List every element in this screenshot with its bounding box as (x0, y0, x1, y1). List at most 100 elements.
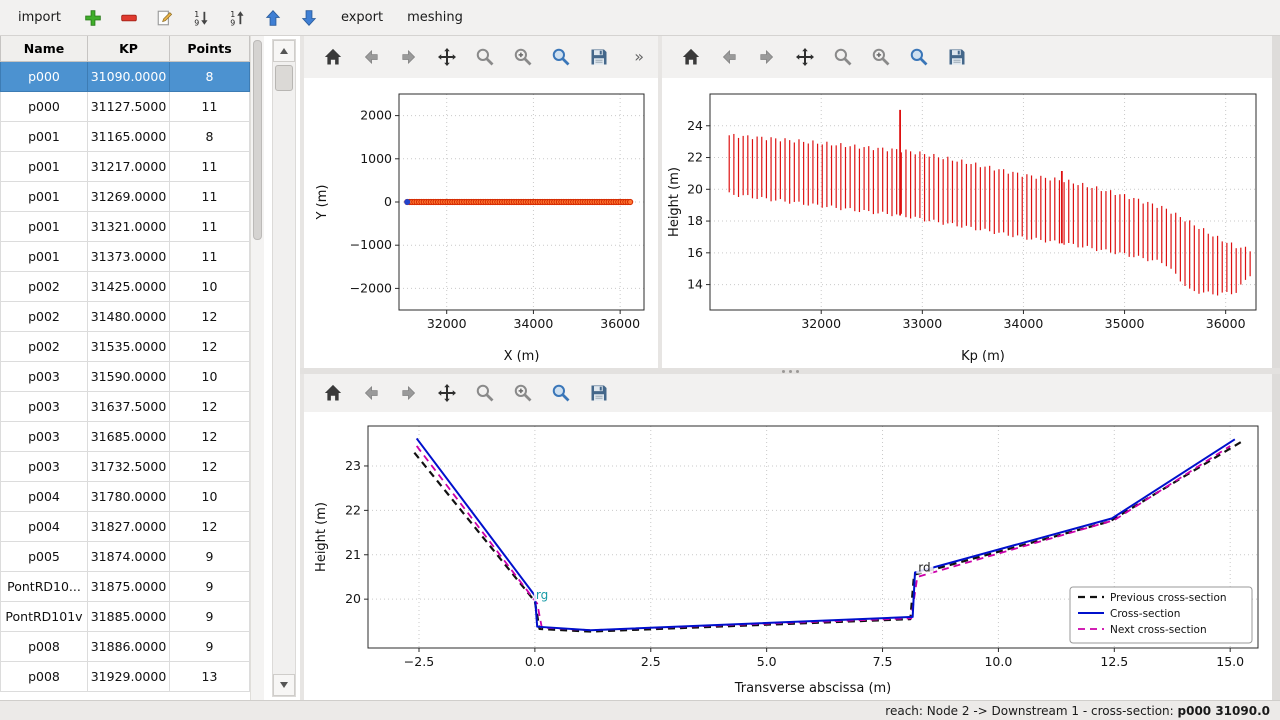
table-cell: p008 (0, 662, 88, 692)
subplots-button[interactable] (508, 42, 538, 72)
table-row[interactable]: p00531874.00009 (0, 542, 250, 572)
table-row[interactable]: p00331685.000012 (0, 422, 250, 452)
pan-icon (795, 47, 815, 67)
back-button[interactable] (714, 42, 744, 72)
table-scrollbar-thumb[interactable] (253, 40, 262, 240)
svg-text:36000: 36000 (600, 316, 640, 331)
svg-text:20: 20 (687, 181, 703, 196)
forward-button[interactable] (394, 378, 424, 408)
svg-text:Height (m): Height (m) (314, 502, 329, 572)
move-up-button[interactable] (259, 5, 287, 31)
table-row[interactable]: p00831886.00009 (0, 632, 250, 662)
table-row[interactable]: p00031127.500011 (0, 92, 250, 122)
customize-button[interactable] (904, 42, 934, 72)
move-down-button[interactable] (295, 5, 323, 31)
save-button[interactable] (584, 42, 614, 72)
back-icon (361, 47, 381, 67)
table-cell: 31685.0000 (88, 422, 170, 452)
table-cell: 31590.0000 (88, 362, 170, 392)
column-header-kp[interactable]: KP (88, 36, 170, 62)
svg-text:2000: 2000 (360, 108, 392, 123)
table-cell: 12 (170, 452, 250, 482)
pan-button[interactable] (432, 378, 462, 408)
meshing-button[interactable]: meshing (397, 6, 473, 29)
cross-section-chart[interactable]: rgrd−2.50.02.55.07.510.012.515.020212223… (304, 412, 1272, 700)
table-cell: p001 (0, 242, 88, 272)
subplots-button[interactable] (866, 42, 896, 72)
home-button[interactable] (676, 42, 706, 72)
table-cell: PontRD10... (0, 572, 88, 602)
plan-view-toolbar: » (304, 36, 658, 78)
table-row[interactable]: p00131269.000011 (0, 182, 250, 212)
pan-button[interactable] (432, 42, 462, 72)
sort-ascending-button[interactable]: 19 (223, 5, 251, 31)
table-row[interactable]: p00131165.00008 (0, 122, 250, 152)
table-row[interactable]: PontRD10...31875.00009 (0, 572, 250, 602)
back-icon (719, 47, 739, 67)
long-profile-chart[interactable]: 3200033000340003500036000141618202224Kp … (662, 78, 1272, 368)
pan-icon (437, 383, 457, 403)
subplots-icon (513, 383, 533, 403)
table-cell: 31732.5000 (88, 452, 170, 482)
table-row[interactable]: p00131373.000011 (0, 242, 250, 272)
customize-button[interactable] (546, 42, 576, 72)
table-cell: p002 (0, 332, 88, 362)
table-cell: p001 (0, 212, 88, 242)
add-button[interactable] (79, 5, 107, 31)
toolbar-overflow-chevron[interactable]: » (634, 49, 644, 65)
table-row[interactable]: p00431827.000012 (0, 512, 250, 542)
save-icon (589, 47, 609, 67)
home-button[interactable] (318, 378, 348, 408)
remove-button[interactable] (115, 5, 143, 31)
svg-text:−2.5: −2.5 (404, 654, 434, 669)
save-button[interactable] (584, 378, 614, 408)
panel-scrollbar[interactable] (272, 39, 296, 697)
zoom-button[interactable] (828, 42, 858, 72)
table-row[interactable]: p00231425.000010 (0, 272, 250, 302)
column-header-name[interactable]: Name (0, 36, 88, 62)
subplots-button[interactable] (508, 378, 538, 408)
forward-button[interactable] (394, 42, 424, 72)
table-row[interactable]: p00331590.000010 (0, 362, 250, 392)
zoom-icon (833, 47, 853, 67)
column-header-points[interactable]: Points (170, 36, 250, 62)
table-cell: 10 (170, 482, 250, 512)
back-button[interactable] (356, 42, 386, 72)
table-cell: 31535.0000 (88, 332, 170, 362)
plan-view-chart[interactable]: 320003400036000−2000−1000010002000X (m)Y… (304, 78, 658, 368)
table-row[interactable]: p00031090.00008 (0, 62, 250, 92)
table-row[interactable]: p00431780.000010 (0, 482, 250, 512)
table-row[interactable]: p00231480.000012 (0, 302, 250, 332)
svg-text:5.0: 5.0 (757, 654, 777, 669)
home-button[interactable] (318, 42, 348, 72)
svg-text:Y (m): Y (m) (315, 185, 330, 221)
back-button[interactable] (356, 378, 386, 408)
table-row[interactable]: p00231535.000012 (0, 332, 250, 362)
cross-section-toolbar (304, 374, 1272, 412)
save-button[interactable] (942, 42, 972, 72)
table-row[interactable]: p00131217.000011 (0, 152, 250, 182)
table-row[interactable]: p00131321.000011 (0, 212, 250, 242)
scroll-down-button[interactable] (273, 674, 295, 696)
export-button[interactable]: export (331, 6, 393, 29)
edit-button[interactable] (151, 5, 179, 31)
table-row[interactable]: PontRD101v31885.00009 (0, 602, 250, 632)
panel-scrollbar-thumb[interactable] (275, 65, 293, 91)
scroll-up-button[interactable] (273, 40, 295, 62)
forward-icon (399, 383, 419, 403)
svg-text:16: 16 (687, 245, 703, 260)
table-row[interactable]: p00331637.500012 (0, 392, 250, 422)
application-window: import 19 19 export meshing Name KP Point… (0, 0, 1280, 720)
import-button[interactable]: import (8, 6, 71, 29)
forward-button[interactable] (752, 42, 782, 72)
table-row[interactable]: p00331732.500012 (0, 452, 250, 482)
zoom-button[interactable] (470, 42, 500, 72)
table-scrollbar[interactable] (250, 36, 264, 700)
zoom-button[interactable] (470, 378, 500, 408)
table-cell: 12 (170, 332, 250, 362)
svg-text:rg: rg (536, 588, 548, 602)
customize-button[interactable] (546, 378, 576, 408)
pan-button[interactable] (790, 42, 820, 72)
sort-descending-button[interactable]: 19 (187, 5, 215, 31)
table-row[interactable]: p00831929.000013 (0, 662, 250, 692)
